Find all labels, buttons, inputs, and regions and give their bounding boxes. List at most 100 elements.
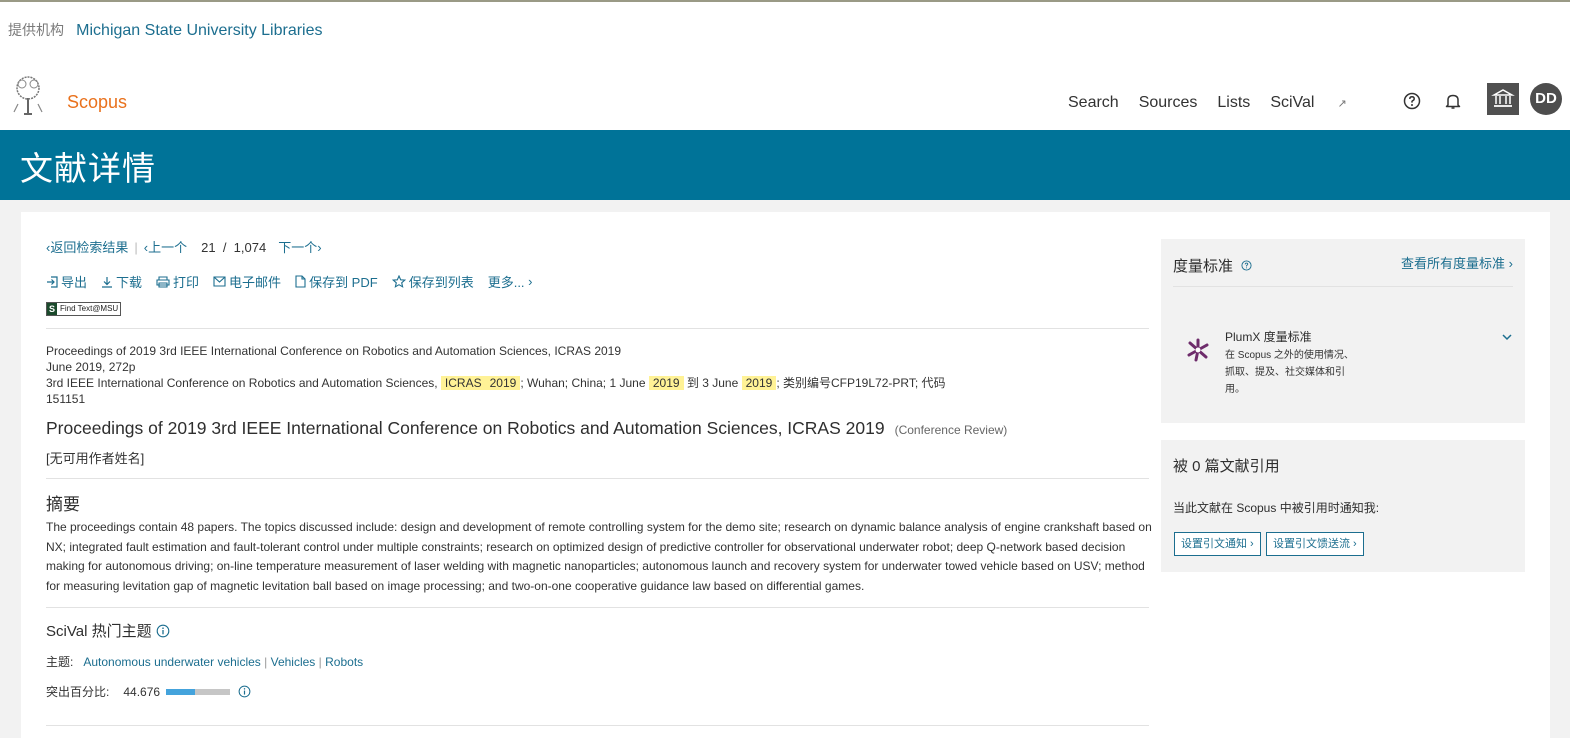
more-button[interactable]: 更多... › bbox=[488, 272, 533, 291]
save-pdf-label: 保存到 PDF bbox=[309, 275, 378, 290]
user-avatar[interactable]: DD bbox=[1530, 83, 1562, 115]
divider bbox=[46, 478, 1149, 479]
topic-label: 主题: bbox=[46, 655, 74, 669]
export-label: 导出 bbox=[61, 275, 88, 290]
source-title[interactable]: Proceedings of 2019 3rd IEEE Internation… bbox=[46, 343, 946, 359]
page-banner: 文献详情 bbox=[0, 130, 1570, 200]
conference-name: 3rd IEEE International Conference on Rob… bbox=[46, 376, 438, 390]
cited-by-panel: 被 0 篇文献引用 当此文献在 Scopus 中被引用时通知我: 设置引文通知 … bbox=[1161, 440, 1525, 572]
action-toolbar: 导出 下载 打印 电子邮件 保存到 PDF 保存到列表 更多... › bbox=[46, 272, 547, 291]
scival-heading-text: SciVal 热门主题 bbox=[46, 623, 152, 640]
conference-info: 3rd IEEE International Conference on Rob… bbox=[46, 375, 946, 407]
authors: [无可用作者姓名] bbox=[46, 451, 145, 466]
plumx-description: 在 Scopus 之外的使用情况、抓取、提及、社交媒体和引用。 bbox=[1225, 350, 1354, 395]
elsevier-logo[interactable] bbox=[8, 74, 50, 116]
top-nav: Search Sources Lists SciVal ↗ bbox=[1068, 94, 1387, 112]
set-citation-feed-button[interactable]: 设置引文馈送流 › bbox=[1266, 532, 1364, 556]
set-citation-alert-label: 设置引文通知 bbox=[1181, 538, 1247, 550]
email-button[interactable]: 电子邮件 bbox=[213, 272, 281, 291]
plumx-title[interactable]: PlumX 度量标准 bbox=[1225, 328, 1312, 345]
prev-link[interactable]: ‹上一个 bbox=[144, 240, 187, 255]
download-label: 下载 bbox=[116, 275, 143, 290]
nav-lists[interactable]: Lists bbox=[1217, 94, 1250, 112]
metrics-heading: 度量标准 bbox=[1173, 255, 1252, 276]
current-index: 21 bbox=[201, 240, 216, 255]
next-link[interactable]: 下一个› bbox=[278, 240, 321, 255]
nav-scival[interactable]: SciVal ↗ bbox=[1270, 94, 1366, 112]
chevron-down-icon[interactable] bbox=[1500, 330, 1514, 344]
divider bbox=[46, 607, 1149, 608]
print-icon bbox=[156, 275, 170, 288]
nav-sources[interactable]: Sources bbox=[1139, 94, 1198, 112]
document-title: Proceedings of 2019 3rd IEEE Internation… bbox=[46, 418, 1007, 439]
result-navigation: ‹返回检索结果 | ‹上一个 21 / 1,074 下一个› bbox=[46, 237, 322, 256]
conference-location: ; Wuhan; China; 1 June bbox=[520, 376, 646, 390]
set-citation-alert-button[interactable]: 设置引文通知 › bbox=[1174, 532, 1261, 556]
find-text-label: Find Text@MSU bbox=[60, 304, 119, 313]
divider bbox=[46, 725, 1149, 726]
highlight-year: 2019 bbox=[741, 376, 777, 390]
pdf-icon bbox=[295, 275, 306, 288]
star-icon bbox=[391, 275, 406, 288]
topic-link[interactable]: Autonomous underwater vehicles bbox=[83, 655, 260, 669]
scopus-brand[interactable]: Scopus bbox=[67, 92, 127, 113]
export-icon bbox=[47, 275, 58, 288]
save-to-list-button[interactable]: 保存到列表 bbox=[391, 272, 474, 291]
highlight-icras: ICRAS bbox=[440, 376, 486, 390]
next-label: 下一个 bbox=[278, 240, 318, 255]
help-icon[interactable] bbox=[1403, 92, 1421, 110]
highlight-year: 2019 bbox=[485, 376, 521, 390]
chevron-right-icon: › bbox=[1505, 256, 1513, 271]
total-count: 1,074 bbox=[233, 240, 267, 255]
info-icon[interactable] bbox=[156, 624, 170, 638]
topic-link[interactable]: Robots bbox=[325, 655, 363, 669]
view-all-metrics-label: 查看所有度量标准 bbox=[1401, 256, 1506, 271]
email-label: 电子邮件 bbox=[229, 275, 282, 290]
more-label: 更多... bbox=[487, 275, 525, 290]
print-button[interactable]: 打印 bbox=[156, 272, 199, 291]
institution-button[interactable] bbox=[1487, 83, 1519, 115]
document-title-text: Proceedings of 2019 3rd IEEE Internation… bbox=[46, 418, 885, 438]
back-to-results-label: 返回检索结果 bbox=[50, 240, 129, 255]
set-citation-feed-label: 设置引文馈送流 bbox=[1273, 538, 1350, 550]
source-info: Proceedings of 2019 3rd IEEE Internation… bbox=[46, 343, 946, 407]
download-icon bbox=[102, 276, 113, 288]
chevron-right-icon: › bbox=[1350, 538, 1357, 550]
provider-row: 提供机构 Michigan State University Libraries bbox=[8, 20, 323, 40]
save-to-list-label: 保存到列表 bbox=[408, 275, 474, 290]
email-icon bbox=[213, 276, 226, 287]
info-icon[interactable] bbox=[238, 685, 251, 698]
result-counter: 21 / 1,074 bbox=[201, 240, 266, 255]
chevron-right-icon: › bbox=[1247, 538, 1254, 550]
prominence-bar-fill bbox=[166, 688, 195, 695]
find-text-msu-button[interactable]: S Find Text@MSU bbox=[46, 302, 122, 316]
download-button[interactable]: 下载 bbox=[101, 272, 142, 291]
back-to-results-link[interactable]: ‹返回检索结果 bbox=[46, 240, 128, 255]
institution-icon bbox=[1491, 89, 1515, 107]
divider bbox=[1173, 286, 1513, 287]
institution-link[interactable]: Michigan State University Libraries bbox=[76, 22, 322, 39]
nav-search[interactable]: Search bbox=[1068, 94, 1119, 112]
help-icon[interactable] bbox=[1241, 260, 1252, 271]
msu-logo-icon: S bbox=[47, 303, 57, 315]
provider-label: 提供机构 bbox=[8, 22, 64, 38]
chevron-right-icon: › bbox=[524, 274, 533, 289]
prominence-bar bbox=[166, 688, 231, 695]
export-button[interactable]: 导出 bbox=[46, 272, 87, 291]
view-all-metrics-link[interactable]: 查看所有度量标准 › bbox=[1401, 253, 1513, 272]
prominence-label: 突出百分比: bbox=[46, 685, 110, 699]
page-title: 文献详情 bbox=[20, 150, 156, 187]
bell-icon[interactable] bbox=[1444, 92, 1462, 110]
save-pdf-button[interactable]: 保存到 PDF bbox=[295, 272, 378, 291]
plumx-icon bbox=[1187, 338, 1209, 362]
topic-sep: | bbox=[264, 655, 268, 669]
divider bbox=[46, 328, 1149, 329]
abstract-text: The proceedings contain 48 papers. The t… bbox=[46, 520, 1152, 593]
scival-heading: SciVal 热门主题 bbox=[46, 620, 170, 641]
source-date: June 2019, 272p bbox=[46, 360, 136, 374]
topic-row: 主题: Autonomous underwater vehicles | Veh… bbox=[46, 653, 363, 670]
topic-link[interactable]: Vehicles bbox=[271, 655, 316, 669]
cited-by-heading: 被 0 篇文献引用 bbox=[1173, 458, 1280, 475]
counter-slash: / bbox=[222, 240, 227, 255]
prominence-value: 44.676 bbox=[123, 684, 161, 699]
